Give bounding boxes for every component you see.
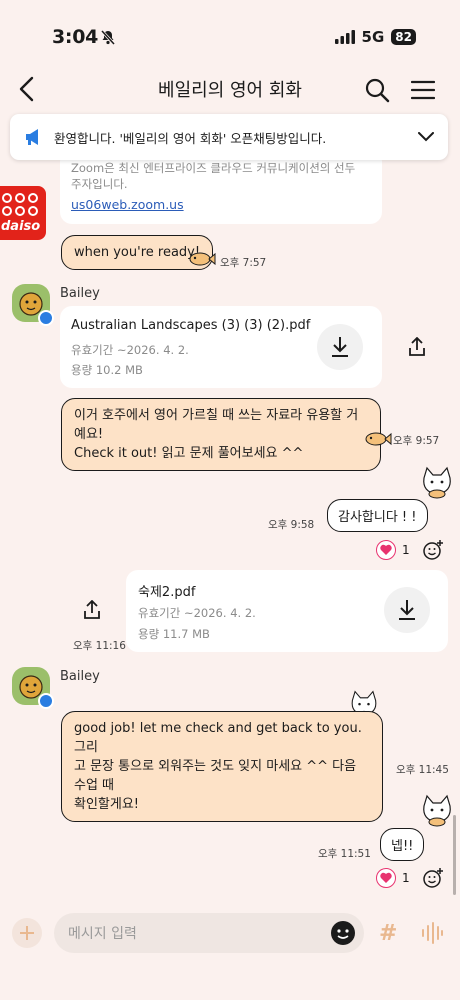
file-card[interactable]: 숙제2.pdf 유효기간 ~2026. 4. 2. 용량 11.7 MB bbox=[126, 570, 448, 652]
megaphone-icon bbox=[26, 129, 38, 145]
cat-sticker-icon bbox=[418, 792, 456, 834]
message-time: 오후 9:58 bbox=[268, 519, 315, 531]
reaction-count: 1 bbox=[402, 543, 410, 557]
page-title: 베일리의 영어 회화 bbox=[158, 80, 302, 101]
battery-level: 82 bbox=[391, 29, 416, 45]
share-button[interactable] bbox=[408, 336, 426, 361]
plus-icon bbox=[20, 926, 34, 940]
smile-plus-icon bbox=[423, 540, 443, 560]
sender-name: Bailey bbox=[60, 286, 100, 301]
link-preview-card[interactable]: Zoom은 최신 엔터프라이즈 클라우드 커뮤니케이션의 선두 주자입니다. u… bbox=[60, 150, 382, 224]
message-bubble[interactable]: good job! let me check and get back to y… bbox=[61, 711, 383, 822]
voice-button[interactable] bbox=[420, 921, 444, 949]
cat-sticker-icon bbox=[418, 464, 456, 506]
message-time: 오후 9:57 bbox=[393, 435, 440, 447]
reaction-heart[interactable]: 1 bbox=[376, 868, 410, 888]
heart-icon bbox=[376, 540, 396, 560]
reaction-heart[interactable]: 1 bbox=[376, 540, 410, 560]
network-label: 5G bbox=[361, 28, 385, 46]
daiso-wordmark: daiso bbox=[1, 219, 41, 234]
heart-icon bbox=[376, 868, 396, 888]
message-input-placeholder: 메시지 입력 bbox=[68, 926, 137, 942]
scrollbar[interactable] bbox=[453, 815, 456, 895]
file-expiry: 유효기간 ~2026. 4. 2. bbox=[71, 343, 189, 357]
file-name: Australian Landscapes (3) (3) (2).pdf bbox=[71, 318, 311, 333]
message-time: 오후 11:45 bbox=[396, 764, 449, 776]
avatar[interactable] bbox=[12, 667, 54, 709]
message-time: 오후 7:57 bbox=[220, 257, 267, 269]
chevron-down-icon[interactable] bbox=[418, 132, 434, 142]
message-line: 이거 호주에서 영어 가르칠 때 쓰는 자료라 유용할 거예요! bbox=[74, 408, 359, 442]
mute-bell-icon bbox=[100, 29, 116, 49]
hamburger-menu-icon bbox=[410, 80, 436, 100]
signal-icon bbox=[334, 30, 355, 44]
status-time: 3:04 bbox=[52, 26, 99, 48]
message-time: 오후 11:16 bbox=[73, 640, 126, 652]
message-bubble[interactable]: 넵!! bbox=[380, 828, 425, 861]
download-icon bbox=[332, 337, 348, 357]
search-button[interactable] bbox=[364, 77, 390, 107]
file-name: 숙제2.pdf bbox=[138, 585, 196, 600]
add-reaction-button[interactable] bbox=[422, 867, 444, 893]
link-description-2: 주자입니다. bbox=[71, 177, 128, 191]
message-bubble[interactable]: 감사합니다 ! ! bbox=[327, 499, 428, 532]
smile-plus-icon bbox=[423, 868, 443, 888]
avatar[interactable] bbox=[12, 284, 54, 326]
message-line: Check it out! 읽고 문제 풀어보세요 ^^ bbox=[74, 446, 304, 461]
message-bubble[interactable]: 이거 호주에서 영어 가르칠 때 쓰는 자료라 유용할 거예요! Check i… bbox=[61, 398, 381, 471]
emoji-button[interactable] bbox=[330, 920, 356, 950]
reaction-count: 1 bbox=[402, 871, 410, 885]
host-crown-badge bbox=[38, 310, 54, 326]
hashtag-button[interactable]: # bbox=[379, 921, 397, 946]
file-expiry: 유효기간 ~2026. 4. 2. bbox=[138, 606, 256, 620]
link-url[interactable]: us06web.zoom.us bbox=[71, 197, 184, 212]
link-description-1: Zoom은 최신 엔터프라이즈 클라우드 커뮤니케이션의 선두 bbox=[71, 161, 356, 175]
file-card[interactable]: Australian Landscapes (3) (3) (2).pdf 유효… bbox=[60, 306, 382, 388]
status-right: 5G 82 bbox=[334, 28, 416, 46]
download-icon bbox=[399, 600, 415, 620]
fish-sticker-icon bbox=[188, 251, 216, 271]
emoticon-icon bbox=[331, 921, 355, 945]
menu-button[interactable] bbox=[410, 79, 436, 105]
attach-button[interactable] bbox=[12, 918, 42, 948]
message-line: good job! let me check and get back to y… bbox=[74, 721, 362, 755]
sender-name: Bailey bbox=[60, 669, 100, 684]
file-size: 용량 11.7 MB bbox=[138, 627, 210, 641]
message-time: 오후 11:51 bbox=[318, 848, 371, 860]
hashtag-icon: # bbox=[379, 921, 398, 946]
notice-text: 환영합니다. '베일리의 영어 회화' 오픈채팅방입니다. bbox=[54, 130, 327, 146]
download-button[interactable] bbox=[317, 324, 363, 370]
download-button[interactable] bbox=[384, 587, 430, 633]
message-line: 확인할게요! bbox=[74, 797, 140, 812]
host-crown-badge bbox=[38, 693, 54, 709]
add-reaction-button[interactable] bbox=[422, 539, 444, 565]
share-button[interactable] bbox=[83, 599, 101, 624]
search-icon bbox=[365, 78, 390, 103]
share-icon bbox=[409, 336, 425, 356]
daiso-logo[interactable]: daiso bbox=[0, 186, 46, 240]
share-icon bbox=[84, 599, 100, 619]
message-line: 고 문장 통으로 외워주는 것도 잊지 마세요 ^^ 다음 수업 때 bbox=[74, 759, 357, 793]
voice-wave-icon bbox=[422, 922, 443, 944]
file-size: 용량 10.2 MB bbox=[71, 363, 143, 377]
fish-sticker-icon bbox=[364, 431, 392, 451]
notice-banner[interactable]: 환영합니다. '베일리의 영어 회화' 오픈채팅방입니다. bbox=[10, 114, 448, 160]
